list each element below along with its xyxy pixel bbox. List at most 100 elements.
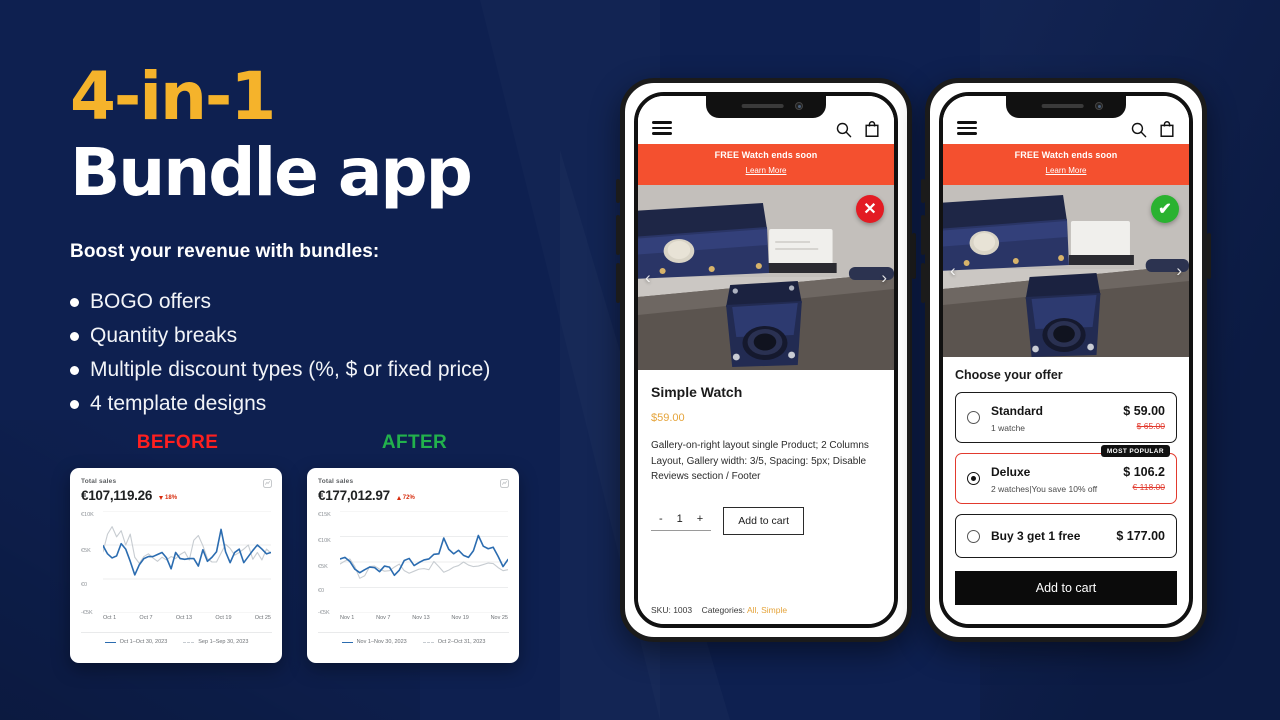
bullet-dot-icon <box>70 399 79 409</box>
front-camera-icon <box>795 102 803 110</box>
offer-text: Standard 1 watche <box>991 402 1123 433</box>
card-delta-value: 72% <box>402 495 415 501</box>
x-tick: Oct 19 <box>215 615 232 621</box>
quantity-decrement[interactable]: - <box>659 513 663 525</box>
product-meta: SKU: 1003 Categories: All, Simple <box>651 605 787 615</box>
promo-text: FREE Watch ends soon <box>1014 150 1118 160</box>
x-tick: Nov 19 <box>451 615 469 621</box>
volume-down-button[interactable] <box>616 263 620 303</box>
phone-screen-left: FREE Watch ends soon Learn More ✕ ‹ › Si… <box>634 92 898 628</box>
before-chart-plot: €10K €5K €0 -€5K Oct 1 Oct 7 Oct 13 Oct … <box>81 509 271 621</box>
power-button[interactable] <box>912 233 916 279</box>
before-line-chart <box>103 511 271 613</box>
product-gallery[interactable]: ✕ ‹ › <box>638 185 894 370</box>
offer-price: $ 177.00 <box>1116 529 1165 543</box>
hamburger-icon[interactable] <box>652 118 672 138</box>
volume-up-button[interactable] <box>921 215 925 255</box>
x-tick: Nov 7 <box>376 615 391 621</box>
comparison-labels: BEFORE AFTER <box>70 432 630 454</box>
feature-label: 4 template designs <box>90 392 267 416</box>
shopping-bag-icon[interactable] <box>1159 120 1175 138</box>
card-amount: €107,119.26 <box>81 488 153 503</box>
offer-option-deluxe[interactable]: MOST POPULAR Deluxe 2 watches|You save 1… <box>955 445 1177 504</box>
product-title: Simple Watch <box>651 384 743 400</box>
volume-down-button[interactable] <box>921 263 925 303</box>
x-tick: Oct 25 <box>254 615 271 621</box>
comparison-section: BEFORE AFTER Total sales €107,119.26 18%… <box>70 432 630 663</box>
chart-legend: Oct 1–Oct 30, 2023 Sep 1–Sep 30, 2023 <box>81 632 272 645</box>
bullet-dot-icon <box>70 331 79 341</box>
feature-label: Multiple discount types (%, $ or fixed p… <box>90 358 491 382</box>
legend-swatch <box>183 641 195 643</box>
promo-learn-more-link[interactable]: Learn More <box>746 166 787 175</box>
promo-banner: FREE Watch ends soon Learn More <box>943 144 1189 185</box>
promo-text: FREE Watch ends soon <box>714 150 818 160</box>
most-popular-badge: MOST POPULAR <box>1100 445 1170 457</box>
list-item: Multiple discount types (%, $ or fixed p… <box>70 353 630 387</box>
x-tick: Oct 13 <box>175 615 193 621</box>
legend-swatch <box>422 641 434 643</box>
mute-switch[interactable] <box>921 179 925 203</box>
x-tick: Oct 7 <box>139 615 153 621</box>
card-delta: 72% <box>396 495 415 501</box>
x-axis-ticks: Oct 1 Oct 7 Oct 13 Oct 19 Oct 25 <box>103 615 271 621</box>
legend-item: Oct 2–Oct 31, 2023 <box>422 639 485 645</box>
list-item: 4 template designs <box>70 387 630 421</box>
list-item: BOGO offers <box>70 285 630 319</box>
power-button[interactable] <box>1207 233 1211 279</box>
legend-swatch <box>341 641 353 643</box>
analytics-icon <box>263 479 272 488</box>
offer-radio[interactable] <box>967 411 980 424</box>
promo-learn-more-link[interactable]: Learn More <box>1046 166 1087 175</box>
quantity-value[interactable]: 1 <box>677 513 683 525</box>
product-description: Gallery-on-right layout single Product; … <box>651 440 869 482</box>
shopping-bag-icon[interactable] <box>864 120 880 138</box>
offer-option-standard[interactable]: Standard 1 watche $ 59.00 $ 65.00 <box>955 392 1177 443</box>
bullet-dot-icon <box>70 365 79 375</box>
front-camera-icon <box>1095 102 1103 110</box>
x-tick: Nov 1 <box>340 615 355 621</box>
analytics-icon <box>500 479 509 488</box>
x-axis-ticks: Nov 1 Nov 7 Nov 13 Nov 19 Nov 25 <box>340 615 508 621</box>
offer-old-price: € 118.00 <box>1132 482 1165 492</box>
earpiece-speaker <box>1041 104 1084 108</box>
after-label: AFTER <box>381 432 448 453</box>
phone-mockup-left: FREE Watch ends soon Learn More ✕ ‹ › Si… <box>616 78 916 642</box>
comparison-cards: Total sales €107,119.26 18% €10K €5K €0 … <box>70 468 630 663</box>
y-tick: €10K <box>81 512 94 518</box>
hamburger-icon[interactable] <box>957 118 977 138</box>
mute-switch[interactable] <box>616 179 620 203</box>
gallery-prev-arrow[interactable]: ‹ <box>950 261 956 281</box>
offer-pricing: $ 177.00 <box>1116 529 1165 543</box>
search-icon[interactable] <box>1130 121 1147 138</box>
offer-radio-selected[interactable] <box>967 472 980 485</box>
gallery-next-arrow[interactable]: › <box>881 268 887 288</box>
y-tick: -€5K <box>81 610 93 616</box>
add-to-cart-button[interactable]: Add to cart <box>723 506 805 535</box>
y-tick: €10K <box>318 538 331 544</box>
header-actions <box>1130 120 1175 138</box>
offer-name: Deluxe <box>991 465 1031 479</box>
legend-label: Sep 1–Sep 30, 2023 <box>198 639 249 645</box>
offer-price: $ 59.00 <box>1123 404 1165 418</box>
offer-subtitle: 1 watche <box>991 423 1026 433</box>
sku-label: SKU: 1003 <box>651 605 693 615</box>
card-amount-row: €107,119.26 18% <box>81 488 272 503</box>
gallery-prev-arrow[interactable]: ‹ <box>645 268 651 288</box>
y-tick: €0 <box>318 588 325 594</box>
quantity-stepper[interactable]: - 1 + <box>651 510 712 531</box>
quantity-increment[interactable]: + <box>697 513 703 525</box>
x-tick: Nov 13 <box>412 615 430 621</box>
legend-item: Oct 1–Oct 30, 2023 <box>104 639 167 645</box>
offer-radio[interactable] <box>967 529 980 543</box>
add-to-cart-button[interactable]: Add to cart <box>955 571 1177 605</box>
card-amount-row: €177,012.97 72% <box>318 488 509 503</box>
product-gallery[interactable]: ✔ ‹ › <box>943 185 1189 357</box>
card-title: Total sales <box>318 478 354 485</box>
offer-option-buy3[interactable]: Buy 3 get 1 free $ 177.00 <box>955 514 1177 558</box>
category-links[interactable]: All, Simple <box>747 605 787 615</box>
offers-heading: Choose your offer <box>955 368 1063 382</box>
search-icon[interactable] <box>835 121 852 138</box>
gallery-next-arrow[interactable]: › <box>1176 261 1182 281</box>
volume-up-button[interactable] <box>616 215 620 255</box>
